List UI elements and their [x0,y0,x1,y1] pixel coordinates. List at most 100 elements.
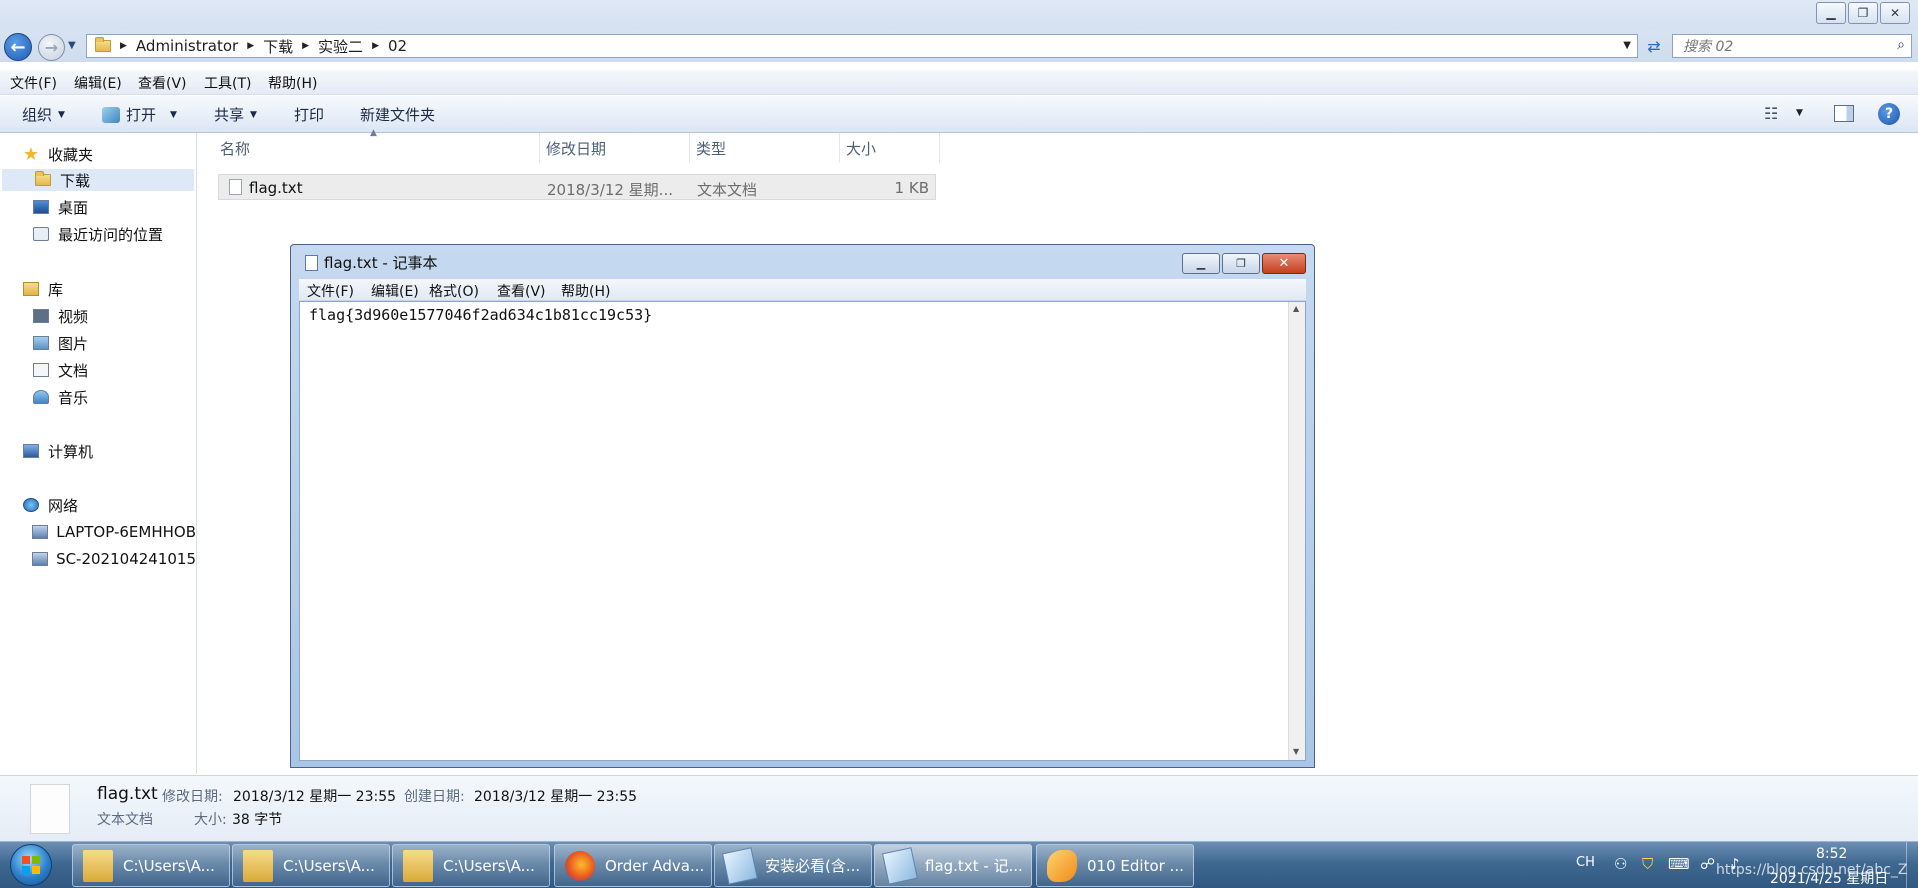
nav-downloads[interactable]: 下载 [2,169,194,191]
nav-recent-label: 最近访问的位置 [58,225,164,244]
nav-pictures[interactable]: 图片 [32,332,88,354]
nav-favorites[interactable]: ★ 收藏夹 [22,143,93,165]
breadcrumb-separator-icon[interactable]: ▶ [372,41,379,51]
taskbar-item-010-editor[interactable]: 010 Editor ... [1036,844,1194,887]
maximize-button[interactable]: ❐ [1848,2,1878,24]
taskbar-item-notepad-guide[interactable]: 安装必看(含... [714,844,872,887]
keyboard-tray-icon[interactable]: ⌨ [1668,855,1690,873]
nav-host-sc-label: SC-202104241015 [56,550,196,568]
column-header-size[interactable]: 大小 [840,133,940,163]
column-header-modified[interactable]: 修改日期 [540,133,690,163]
shield-tray-icon[interactable]: ⛉ [1642,855,1653,873]
breadcrumb-02[interactable]: 02 [388,37,407,55]
menu-edit[interactable]: 编辑(E) [74,73,122,93]
breadcrumb-downloads[interactable]: 下载 [263,36,293,57]
open-icon [102,106,120,123]
taskbar-item-explorer-3[interactable]: C:\Users\A... [392,844,550,887]
notepad-menu-format[interactable]: 格式(O) [429,281,479,301]
taskbar-item-explorer-1[interactable]: C:\Users\A... [72,844,230,887]
minimize-button[interactable]: ▁ [1816,2,1846,24]
forward-button[interactable]: → [38,34,65,61]
taskbar-item-explorer-2[interactable]: C:\Users\A... [232,844,390,887]
notepad-text-area[interactable]: flag{3d960e1577046f2ad634c1b81cc19c53} ▲… [299,301,1306,761]
breadcrumb-separator-icon[interactable]: ▶ [247,41,254,51]
010-editor-icon [1047,849,1077,882]
taskbar-item-firefox[interactable]: Order Adva... [554,844,712,887]
view-options-chevron-icon[interactable]: ▼ [1796,108,1803,118]
nav-favorites-label: 收藏夹 [48,145,94,164]
share-button[interactable]: 共享 ▼ [214,104,257,125]
show-desktop-button[interactable] [1906,842,1918,888]
nav-documents[interactable]: 文档 [32,359,88,381]
notepad-menu-view[interactable]: 查看(V) [497,281,546,301]
menu-help[interactable]: 帮助(H) [268,73,317,93]
breadcrumb-experiment2[interactable]: 实验二 [318,36,363,57]
new-folder-button[interactable]: 新建文件夹 [360,104,435,125]
users-tray-icon[interactable]: ⚇ [1614,855,1627,873]
column-header-name[interactable]: 名称 [214,133,540,163]
nav-libraries[interactable]: 库 [22,278,63,300]
chevron-down-icon: ▼ [170,109,177,120]
breadcrumb-administrator[interactable]: Administrator [136,37,238,55]
folder-icon [243,849,273,882]
firefox-icon [565,850,595,881]
breadcrumb-separator-icon[interactable]: ▶ [120,41,127,51]
taskbar-item-label: flag.txt - 记... [925,857,1023,875]
taskbar-item-notepad-flag[interactable]: flag.txt - 记... [874,844,1032,887]
language-indicator[interactable]: CH [1576,855,1595,870]
nav-host-sc[interactable]: SC-202104241015 [32,548,196,570]
nav-music[interactable]: 音乐 [32,386,88,408]
notepad-menu-file[interactable]: 文件(F) [307,281,354,301]
address-dropdown-icon[interactable]: ▼ [1623,40,1631,51]
organize-label: 组织 [22,106,53,124]
notepad-menu-edit[interactable]: 编辑(E) [371,281,419,301]
file-row[interactable]: flag.txt 2018/3/12 星期... 文本文档 1 KB [218,174,936,200]
refresh-icon[interactable]: ⇄ [1642,34,1666,58]
details-file-name: flag.txt [97,784,158,804]
print-button[interactable]: 打印 [294,104,324,125]
start-button[interactable] [10,844,52,886]
notepad-vertical-scrollbar[interactable]: ▲ ▼ [1288,302,1305,760]
details-type: 文本文档 [97,812,153,828]
menu-view[interactable]: 查看(V) [138,73,187,93]
nav-network[interactable]: 网络 [22,494,78,516]
nav-network-label: 网络 [48,496,79,515]
desktop-screen: ▁ ❐ ✕ ← → ▼ ▶ Administrator ▶ 下载 ▶ 实验二 ▶… [0,0,1918,888]
nav-computer[interactable]: 计算机 [22,440,93,462]
taskbar-item-label: C:\Users\A... [443,856,535,875]
notepad-minimize-button[interactable]: ▁ [1182,253,1220,274]
menu-tools[interactable]: 工具(T) [204,73,251,93]
scroll-down-icon[interactable]: ▼ [1293,747,1299,756]
column-header-type[interactable]: 类型 [690,133,840,163]
clock-time[interactable]: 8:52 [1816,846,1847,862]
search-icon[interactable]: ⌕ [1897,37,1905,53]
nav-desktop[interactable]: 桌面 [32,196,88,218]
details-size-label: 大小: [194,812,227,828]
clock-date[interactable]: 2021/4/25 星期日 [1770,868,1888,888]
notepad-close-button[interactable]: ✕ [1262,253,1306,274]
organize-button[interactable]: 组织 ▼ [22,104,65,125]
nav-recent-places[interactable]: 最近访问的位置 [32,223,163,245]
preview-pane-icon[interactable] [1834,105,1854,122]
notepad-menu-help[interactable]: 帮助(H) [561,281,610,301]
computer-icon [32,552,49,566]
history-dropdown-icon[interactable]: ▼ [68,40,76,51]
open-label: 打开 [126,106,157,124]
network-tray-icon[interactable]: ☍ [1700,855,1715,873]
breadcrumb-separator-icon[interactable]: ▶ [302,41,309,51]
scroll-up-icon[interactable]: ▲ [1293,304,1299,313]
back-button[interactable]: ← [4,33,32,61]
notepad-maximize-button[interactable]: ❐ [1222,253,1260,274]
address-bar[interactable]: ▶ Administrator ▶ 下载 ▶ 实验二 ▶ 02 ▼ [86,34,1638,58]
search-box: ⌕ [1672,34,1912,58]
close-button[interactable]: ✕ [1880,2,1910,24]
open-button[interactable]: 打开 ▼ [102,104,177,125]
help-icon[interactable]: ? [1878,103,1900,125]
nav-host-laptop[interactable]: LAPTOP-6EMHHOB [32,521,196,543]
details-pane: flag.txt 修改日期: 2018/3/12 星期一 23:55 创建日期:… [0,775,1918,842]
notepad-icon [305,254,318,271]
change-view-icon[interactable]: ☷ [1764,104,1778,123]
nav-videos[interactable]: 视频 [32,305,88,327]
search-input[interactable] [1681,36,1885,58]
menu-file[interactable]: 文件(F) [10,73,57,93]
